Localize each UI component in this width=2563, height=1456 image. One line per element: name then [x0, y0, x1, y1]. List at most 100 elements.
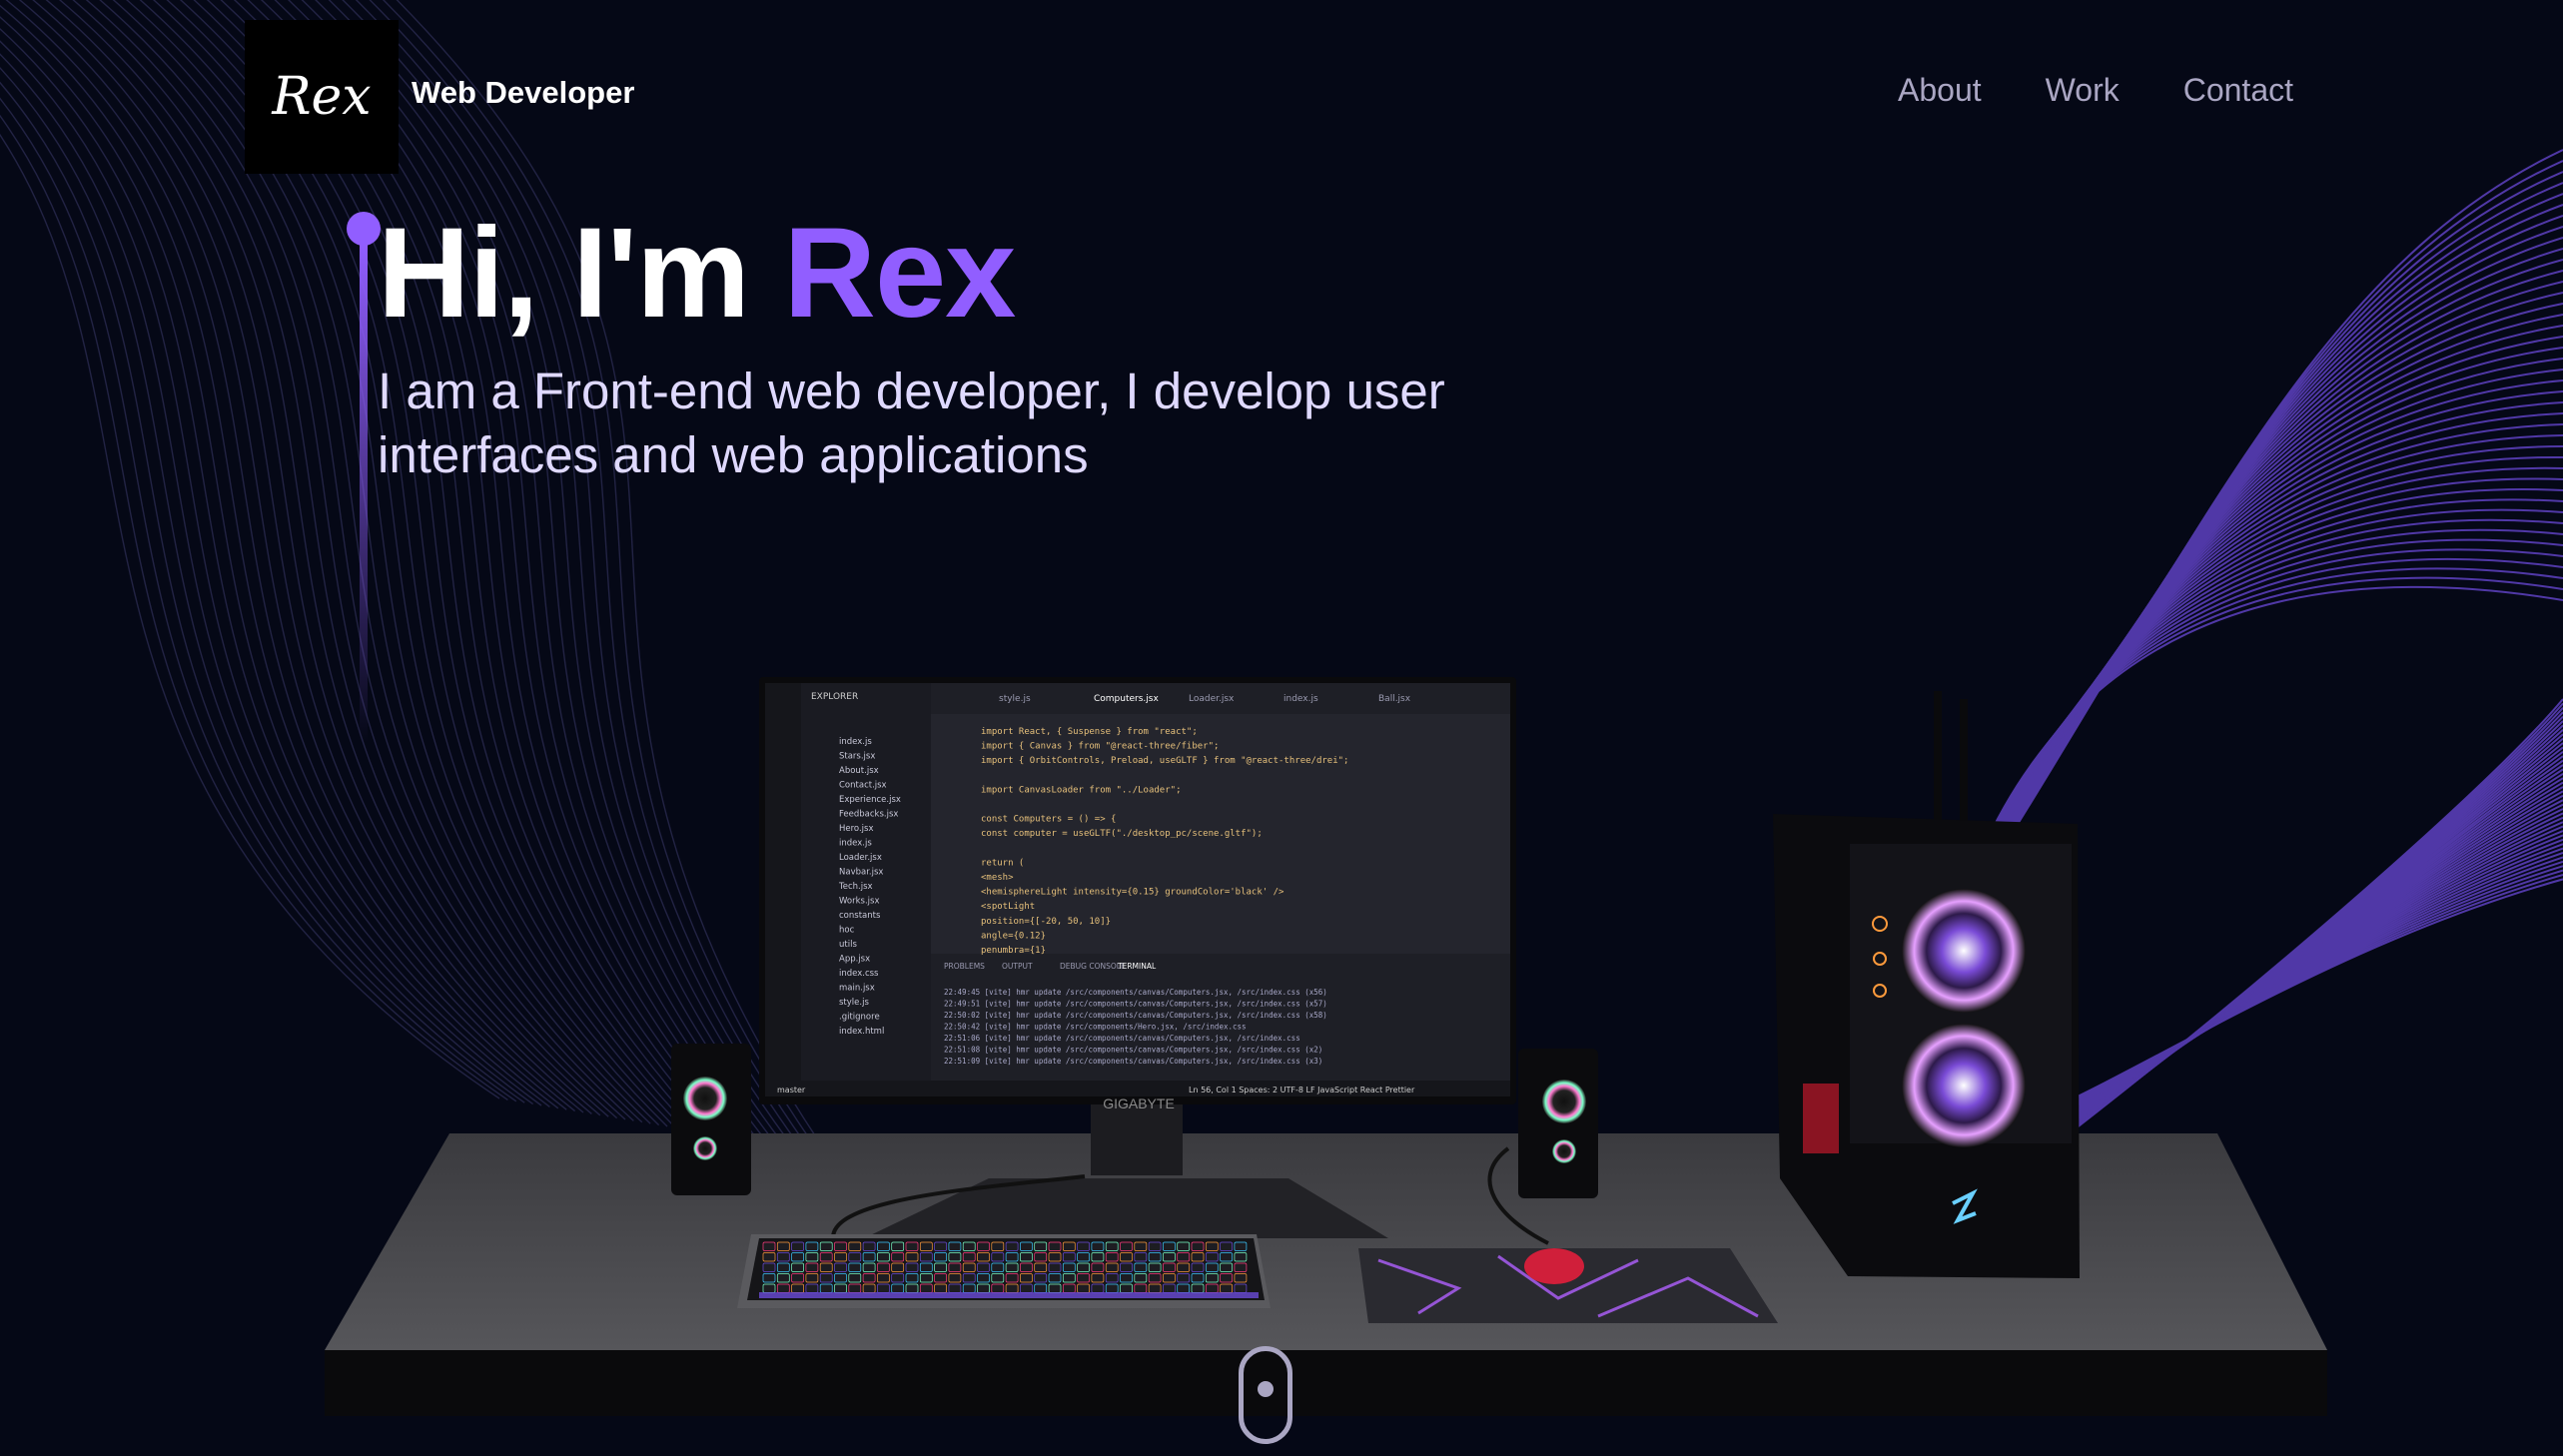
keyboard-key: [834, 1283, 847, 1293]
file-item: style.js: [839, 998, 869, 1008]
keyboard-key: [1048, 1252, 1062, 1262]
keyboard-key: [1105, 1262, 1119, 1272]
keyboard-key: [862, 1273, 876, 1283]
keyboard-key: [1205, 1241, 1219, 1251]
keyboard-key: [1191, 1283, 1205, 1293]
keyboard-key: [791, 1283, 804, 1293]
keyboard-key: [776, 1262, 790, 1272]
keyboard-key: [1205, 1273, 1219, 1283]
keyboard-key: [1148, 1252, 1162, 1262]
keyboard-key: [1234, 1273, 1248, 1283]
navbar: Rex Web Developer About Work Contact: [0, 0, 2563, 190]
file-item: Stars.jsx: [839, 752, 875, 762]
left-speaker: [671, 1044, 751, 1195]
code-line: angle={0.12}: [981, 931, 1046, 941]
panel-tab: TERMINAL: [1117, 962, 1157, 971]
desktop-3d-scene[interactable]: GIGABYTE EXPLORER index.js Stars.jsx About…: [0, 659, 2563, 1456]
keyboard-key: [977, 1283, 990, 1293]
keyboard-key: [1163, 1283, 1176, 1293]
keyboard-key: [1177, 1273, 1191, 1283]
file-item: utils: [839, 940, 857, 950]
keyboard-key: [905, 1262, 919, 1272]
keyboard-key: [1148, 1273, 1162, 1283]
keyboard-key: [1205, 1252, 1219, 1262]
terminal-line: 22:50:42 [vite] hmr update /src/componen…: [944, 1023, 1247, 1032]
keyboard-key: [1177, 1241, 1191, 1251]
logo[interactable]: Rex: [245, 20, 399, 174]
keyboard-key: [1034, 1252, 1048, 1262]
keyboard-key: [791, 1241, 804, 1251]
explorer-title: EXPLORER: [811, 692, 858, 702]
keyboard-key: [1163, 1273, 1176, 1283]
keyboard-key: [991, 1252, 1005, 1262]
keyboard-key: [1148, 1241, 1162, 1251]
keyboard-key: [877, 1241, 890, 1251]
keyboard-key: [962, 1241, 976, 1251]
keyboard-key: [891, 1241, 905, 1251]
keyboard-key: [1220, 1283, 1233, 1293]
brand-title[interactable]: Web Developer: [412, 75, 634, 111]
keyboard-key: [848, 1252, 862, 1262]
keyboard-key: [991, 1283, 1005, 1293]
scroll-indicator[interactable]: [1239, 1346, 1292, 1444]
file-item: Navbar.jsx: [839, 868, 883, 878]
keyboard-key: [1062, 1252, 1076, 1262]
keyboard-key: [762, 1262, 776, 1272]
hero-name: Rex: [783, 202, 1017, 345]
terminal-line: 22:50:02 [vite] hmr update /src/componen…: [944, 1011, 1327, 1020]
file-item: Experience.jsx: [839, 795, 901, 805]
keyboard-key: [1062, 1273, 1076, 1283]
editor-tab: Computers.jsx: [1094, 694, 1159, 704]
hero-accent-dot: [347, 212, 381, 246]
keyboard-key: [1220, 1241, 1233, 1251]
keyboard-key: [948, 1241, 962, 1251]
keyboard-key: [1163, 1262, 1176, 1272]
keyboard-key: [819, 1273, 833, 1283]
keyboard-key: [891, 1262, 905, 1272]
keyboard-key: [1134, 1283, 1148, 1293]
keyboard-key: [877, 1273, 890, 1283]
keyboard-key: [1048, 1273, 1062, 1283]
keyboard-key: [1048, 1283, 1062, 1293]
keyboard-key: [1105, 1252, 1119, 1262]
status-info: Ln 56, Col 1 Spaces: 2 UTF-8 LF JavaScri…: [1189, 1086, 1415, 1094]
terminal-line: 22:51:06 [vite] hmr update /src/componen…: [944, 1034, 1300, 1043]
terminal-line: 22:49:45 [vite] hmr update /src/componen…: [944, 988, 1327, 997]
code-line: import { OrbitControls, Preload, useGLTF…: [981, 756, 1348, 766]
keyboard-key: [934, 1283, 947, 1293]
keyboard-key: [1005, 1283, 1019, 1293]
keyboard-key: [977, 1262, 990, 1272]
nav-link-work[interactable]: Work: [2046, 72, 2120, 109]
nav-link-about[interactable]: About: [1898, 72, 1982, 109]
terminal-line: 22:51:09 [vite] hmr update /src/componen…: [944, 1057, 1322, 1066]
keyboard-key: [1020, 1252, 1033, 1262]
keyboard-key: [791, 1262, 804, 1272]
hero-greeting: Hi, I'm: [378, 202, 784, 345]
keyboard-key: [1220, 1252, 1233, 1262]
keyboard-key: [1020, 1241, 1033, 1251]
keyboard-key: [1234, 1241, 1248, 1251]
keyboard-key: [819, 1241, 833, 1251]
keyboard-key: [1091, 1273, 1105, 1283]
keyboard-key: [1020, 1262, 1033, 1272]
keyboard-key: [1120, 1283, 1133, 1293]
keyboard-key: [1077, 1283, 1090, 1293]
code-line: <hemisphereLight intensity={0.15} ground…: [981, 888, 1284, 898]
keyboard-key: [1091, 1252, 1105, 1262]
keyboard-key: [805, 1262, 819, 1272]
keyboard-key: [1062, 1241, 1076, 1251]
nav-link-contact[interactable]: Contact: [2183, 72, 2293, 109]
keyboard-key: [877, 1252, 890, 1262]
file-item: App.jsx: [839, 955, 870, 965]
keyboard-key: [962, 1252, 976, 1262]
keyboard-key: [1091, 1262, 1105, 1272]
keyboard-key: [1177, 1252, 1191, 1262]
code-line: const computer = useGLTF("./desktop_pc/s…: [981, 829, 1263, 839]
keyboard-key: [1077, 1273, 1090, 1283]
keyboard-key: [776, 1252, 790, 1262]
keyboard-key: [1220, 1273, 1233, 1283]
keyboard-key: [977, 1252, 990, 1262]
keyboard-key: [905, 1273, 919, 1283]
keyboard-key: [948, 1273, 962, 1283]
keyboard-key: [905, 1283, 919, 1293]
